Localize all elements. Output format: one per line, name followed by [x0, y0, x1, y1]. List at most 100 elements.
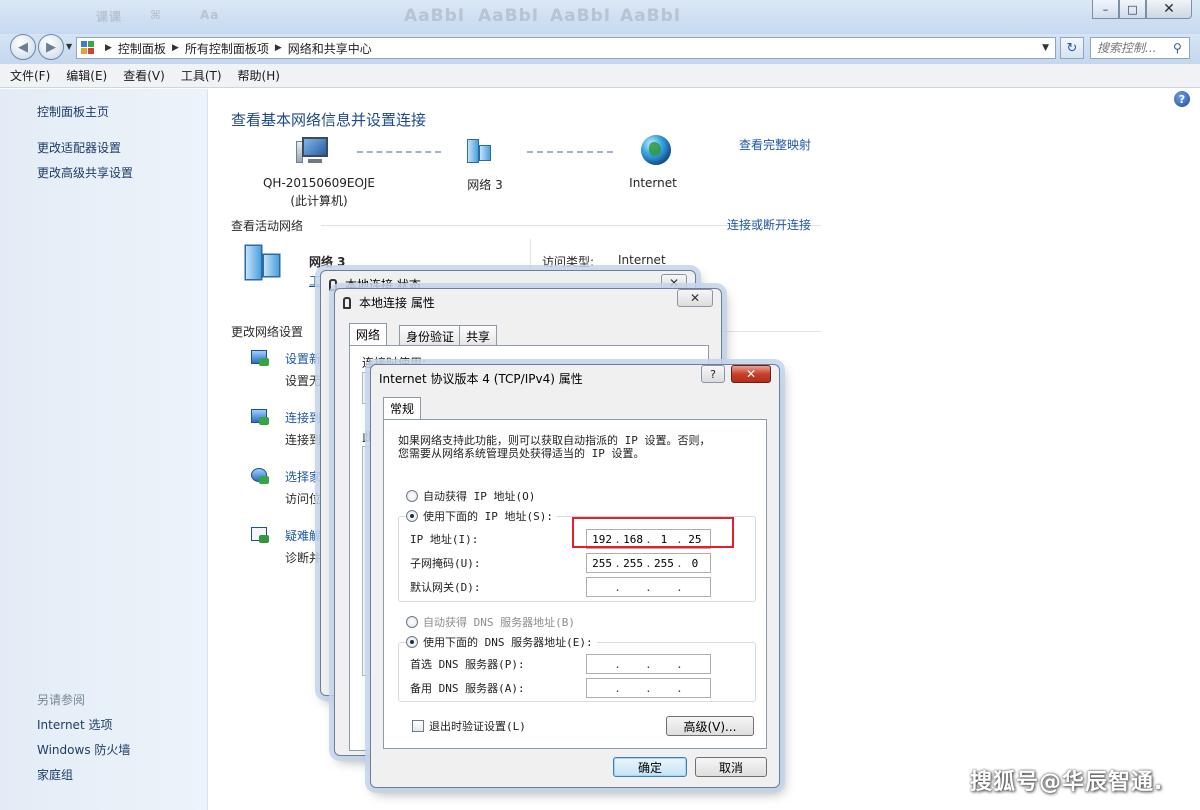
link-advanced-sharing[interactable]: 更改高级共享设置	[37, 164, 133, 181]
menu-edit[interactable]: 编辑(E)	[66, 67, 107, 84]
forward-arrow-icon: ▶	[46, 39, 56, 55]
link-connect-disconnect[interactable]: 连接或断开连接	[727, 216, 811, 233]
task-title[interactable]: 选择家	[285, 468, 321, 485]
access-type-label: 访问类型:	[542, 255, 595, 269]
subnet-mask-input[interactable]: 255. 255. 255. 0	[586, 553, 711, 573]
internet-label: Internet	[629, 176, 677, 190]
checkbox-unchecked-icon	[412, 720, 424, 732]
forward-button[interactable]: ▶	[38, 34, 64, 60]
cancel-button[interactable]: 取消	[695, 757, 767, 777]
link-internet-options[interactable]: Internet 选项	[37, 716, 112, 733]
watermark: 搜狐号@华辰智通.	[970, 770, 1164, 795]
refresh-button[interactable]: ↻	[1060, 37, 1084, 59]
ip-address-label: IP 地址(I):	[410, 533, 479, 546]
breadcrumb-control-panel[interactable]: 控制面板	[118, 40, 166, 57]
alternate-dns-input[interactable]: ...	[586, 678, 711, 698]
tab-authentication[interactable]: 身份验证	[399, 325, 462, 345]
breadcrumb-all-items[interactable]: 所有控制面板项	[185, 40, 269, 57]
help-button[interactable]: ?	[701, 365, 725, 383]
connect-to-network-icon	[249, 407, 273, 431]
breadcrumb-network-center[interactable]: 网络和共享中心	[288, 40, 372, 57]
active-network-name: 网络 3	[309, 255, 346, 269]
task-desc: 设置无	[285, 374, 322, 388]
back-button[interactable]: ◀	[10, 34, 36, 60]
menu-help[interactable]: 帮助(H)	[238, 67, 280, 84]
auto-dns-radio[interactable]: 自动获得 DNS 服务器地址(B)	[406, 614, 575, 630]
ribbon-ghost-text: AaBbI	[404, 6, 466, 26]
refresh-icon: ↻	[1066, 40, 1078, 56]
task-title[interactable]: 疑难解	[285, 527, 321, 544]
ipv4-dialog-title: Internet 协议版本 4 (TCP/IPv4) 属性	[379, 372, 583, 386]
address-bar[interactable]: ▶ 控制面板 ▶ 所有控制面板项 ▶ 网络和共享中心 ▼	[76, 37, 1056, 59]
menu-file[interactable]: 文件(F)	[10, 67, 50, 84]
access-type-value: Internet	[618, 253, 666, 267]
internet-globe-icon	[641, 135, 671, 165]
properties-close-button[interactable]: ✕	[677, 289, 713, 307]
troubleshoot-icon	[249, 525, 273, 549]
network-icon	[467, 137, 493, 167]
minimize-button[interactable]: –	[1092, 0, 1119, 19]
search-box: ⚲	[1090, 37, 1190, 59]
tab-general[interactable]: 常规	[383, 397, 422, 419]
breadcrumb-separator-icon[interactable]: ▶	[172, 43, 179, 53]
help-icon[interactable]: ?	[1174, 91, 1190, 107]
ribbon-ghost-text: AaBbI	[478, 6, 540, 26]
close-button[interactable]: ✕	[1146, 0, 1192, 19]
tab-network[interactable]: 网络	[349, 323, 388, 345]
link-homegroup[interactable]: 家庭组	[37, 766, 73, 783]
tab-sharing[interactable]: 共享	[459, 325, 498, 345]
connection-line	[357, 151, 441, 153]
link-view-full-map[interactable]: 查看完整映射	[739, 136, 811, 153]
left-task-pane: 控制面板主页 更改适配器设置 更改高级共享设置 另请参阅 Internet 选项…	[0, 89, 208, 810]
network-adapter-icon	[343, 296, 351, 309]
ribbon-ghost-text: AaBbI	[620, 6, 682, 26]
pc-name: QH-20150609EOJE	[262, 176, 376, 190]
network-name: 网络 3	[467, 178, 503, 192]
computer-icon	[296, 137, 332, 165]
manual-dns-radio[interactable]: 使用下面的 DNS 服务器地址(E):	[406, 634, 597, 650]
menu-tools[interactable]: 工具(T)	[181, 67, 222, 84]
preferred-dns-input[interactable]: ...	[586, 654, 711, 674]
breadcrumb-separator-icon[interactable]: ▶	[275, 43, 282, 53]
auto-ip-radio[interactable]: 自动获得 IP 地址(O)	[406, 488, 535, 504]
active-networks-heading: 查看活动网络	[231, 219, 304, 233]
manual-ip-radio[interactable]: 使用下面的 IP 地址(S):	[406, 508, 557, 524]
advanced-button[interactable]: 高级(V)...	[666, 716, 754, 736]
ribbon-ghost-text: AaBbI	[550, 6, 612, 26]
pc-sub: (此计算机)	[290, 194, 348, 208]
address-toolbar: ◀ ▶ ▼ ▶ 控制面板 ▶ 所有控制面板项 ▶ 网络和共享中心 ▼ ↻ ⚲	[0, 34, 1200, 64]
task-desc: 诊断并	[285, 551, 322, 565]
control-panel-icon	[81, 41, 99, 55]
breadcrumb-separator-icon[interactable]: ▶	[105, 43, 112, 53]
validate-on-exit-checkbox[interactable]: 退出时验证设置(L)	[412, 718, 526, 734]
gateway-input[interactable]: ...	[586, 577, 711, 597]
properties-dialog-title: 本地连接 属性	[343, 294, 435, 311]
connection-line	[527, 151, 613, 153]
setup-connection-icon	[249, 348, 273, 372]
ipv4-close-button[interactable]: ✕	[731, 365, 771, 383]
search-input[interactable]	[1097, 41, 1173, 55]
radio-off-icon	[406, 616, 418, 628]
ok-button[interactable]: 确定	[613, 757, 687, 777]
subnet-mask-label: 子网掩码(U):	[410, 557, 481, 570]
ribbon-ghost-text: ⌘	[150, 8, 163, 22]
ip-highlight-box	[572, 517, 734, 548]
ribbon-ghost-text: 课课	[96, 10, 123, 24]
page-title: 查看基本网络信息并设置连接	[231, 111, 427, 129]
window-titlebar[interactable]: 课课 ⌘ Aa AaBbI AaBbI AaBbI AaBbI – □ ✕	[0, 0, 1200, 34]
task-title[interactable]: 设置新	[285, 350, 321, 367]
search-icon[interactable]: ⚲	[1173, 41, 1182, 55]
link-control-panel-home[interactable]: 控制面板主页	[37, 103, 109, 120]
ipv4-properties-dialog[interactable]: Internet 协议版本 4 (TCP/IPv4) 属性 ? ✕ 常规 如果网…	[370, 364, 780, 788]
history-dropdown-icon[interactable]: ▼	[66, 42, 72, 51]
intro-text-line2: 您需要从网络系统管理员处获得适当的 IP 设置。	[398, 447, 645, 460]
task-title[interactable]: 连接到	[285, 409, 321, 426]
link-windows-firewall[interactable]: Windows 防火墙	[37, 741, 130, 758]
link-change-adapter-settings[interactable]: 更改适配器设置	[37, 139, 121, 156]
address-dropdown-icon[interactable]: ▼	[1042, 43, 1049, 53]
menu-view[interactable]: 查看(V)	[123, 67, 165, 84]
maximize-button[interactable]: □	[1119, 0, 1146, 19]
menu-bar: 文件(F) 编辑(E) 查看(V) 工具(T) 帮助(H)	[0, 64, 1200, 88]
gateway-label: 默认网关(D):	[410, 581, 481, 594]
preferred-dns-label: 首选 DNS 服务器(P):	[410, 658, 525, 671]
